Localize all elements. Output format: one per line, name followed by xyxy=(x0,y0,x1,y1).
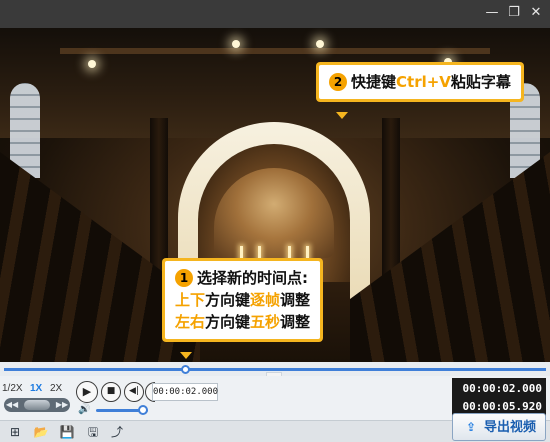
fast-forward-icon[interactable]: ▶▶ xyxy=(55,398,69,412)
speed-2x-button[interactable]: 2X xyxy=(50,382,62,396)
volume-icon[interactable]: 🔊 xyxy=(78,404,92,416)
save-as-icon[interactable]: 🖫 xyxy=(84,423,102,441)
callout-time-line-1: 1 选择新的时间点: xyxy=(175,267,310,289)
callout-time-title: 选择新的时间点: xyxy=(197,269,308,287)
rewind-icon[interactable]: ◀◀ xyxy=(5,398,19,412)
callout-time-line-3: 左右方向键五秒调整 xyxy=(175,311,310,333)
speed-1x-button[interactable]: 1X xyxy=(30,382,42,396)
callout-time-body: 1 选择新的时间点: 上下方向键逐帧调整 左右方向键五秒调整 xyxy=(165,261,321,339)
adjust-text: 调整 xyxy=(280,291,311,309)
five-seconds-text: 五秒 xyxy=(250,313,281,331)
timeline-track[interactable] xyxy=(4,368,546,371)
jog-shuttle[interactable]: ◀◀ ▶▶ xyxy=(4,398,70,412)
close-icon[interactable]: ✕ xyxy=(528,5,544,21)
callout-paste-pointer xyxy=(336,112,348,119)
adjust-text: 调整 xyxy=(280,313,311,331)
callout-paste-suffix: 粘贴字幕 xyxy=(450,73,511,91)
title-bar: — ❐ ✕ xyxy=(0,0,550,28)
open-folder-icon[interactable]: 📂 xyxy=(32,423,50,441)
callout-paste-body: 2 快捷键Ctrl+V粘贴字幕 xyxy=(319,65,521,99)
frame-by-frame-text: 逐帧 xyxy=(250,291,281,309)
callout-time-pointer xyxy=(180,352,192,359)
current-time-field[interactable]: 00:00:02.000 xyxy=(152,383,218,401)
timeline-playhead[interactable] xyxy=(181,365,191,374)
callout-paste-prefix: 快捷键 xyxy=(351,73,397,91)
bottom-toolbar: ⊞ 📂 💾 🖫 ⤴ ⇪ 导出视频 xyxy=(0,413,550,442)
restore-icon[interactable]: ❐ xyxy=(506,5,522,21)
step-number-badge: 2 xyxy=(329,73,347,91)
ceiling-beam xyxy=(60,48,490,54)
callout-paste-line: 2 快捷键Ctrl+V粘贴字幕 xyxy=(329,71,511,93)
stop-button[interactable]: ■ xyxy=(101,382,121,402)
share-icon[interactable]: ⤴ xyxy=(108,423,126,441)
ceiling-lamp xyxy=(232,40,240,48)
ceiling-lamp xyxy=(88,60,96,68)
arrow-keys-text: 方向键 xyxy=(205,291,251,309)
current-time: 00:00:02.000 xyxy=(462,382,542,395)
time-display: 00:00:02.000 00:00:05.920 xyxy=(452,378,546,418)
prev-frame-button[interactable]: ◀| xyxy=(124,382,144,402)
export-icon: ⇪ xyxy=(465,420,477,434)
export-video-label: 导出视频 xyxy=(483,420,536,435)
speed-half-button[interactable]: 1/2X xyxy=(2,382,23,396)
save-icon[interactable]: 💾 xyxy=(58,423,76,441)
arrow-keys-text: 方向键 xyxy=(205,313,251,331)
video-preview[interactable]: 2 快捷键Ctrl+V粘贴字幕 1 选择新的时间点: 上下方向键逐帧调整 左右方向键… xyxy=(0,28,550,362)
step-number-badge: 1 xyxy=(175,269,193,287)
new-project-icon[interactable]: ⊞ xyxy=(6,423,24,441)
minimize-icon[interactable]: — xyxy=(484,5,500,21)
timeline[interactable]: ⌄ xyxy=(0,362,550,382)
callout-time-hint: 1 选择新的时间点: 上下方向键逐帧调整 左右方向键五秒调整 xyxy=(162,258,324,342)
key-left-right: 左右 xyxy=(175,313,206,331)
callout-time-line-2: 上下方向键逐帧调整 xyxy=(175,289,310,311)
callout-paste-hint: 2 快捷键Ctrl+V粘贴字幕 xyxy=(316,62,524,102)
callout-paste-shortcut: Ctrl+V xyxy=(396,73,451,91)
volume-knob[interactable] xyxy=(137,405,148,415)
export-video-button[interactable]: ⇪ 导出视频 xyxy=(452,413,546,441)
video-subtitle-editor-window: — ❐ ✕ 2 快捷键Ctrl+V粘贴字幕 1 选择新的时间点: 上下方向键逐帧… xyxy=(0,0,550,442)
jog-handle[interactable] xyxy=(24,400,50,410)
ceiling-lamp xyxy=(316,40,324,48)
pews-right xyxy=(350,152,550,362)
key-up-down: 上下 xyxy=(175,291,206,309)
play-button[interactable]: ▶ xyxy=(76,381,98,403)
